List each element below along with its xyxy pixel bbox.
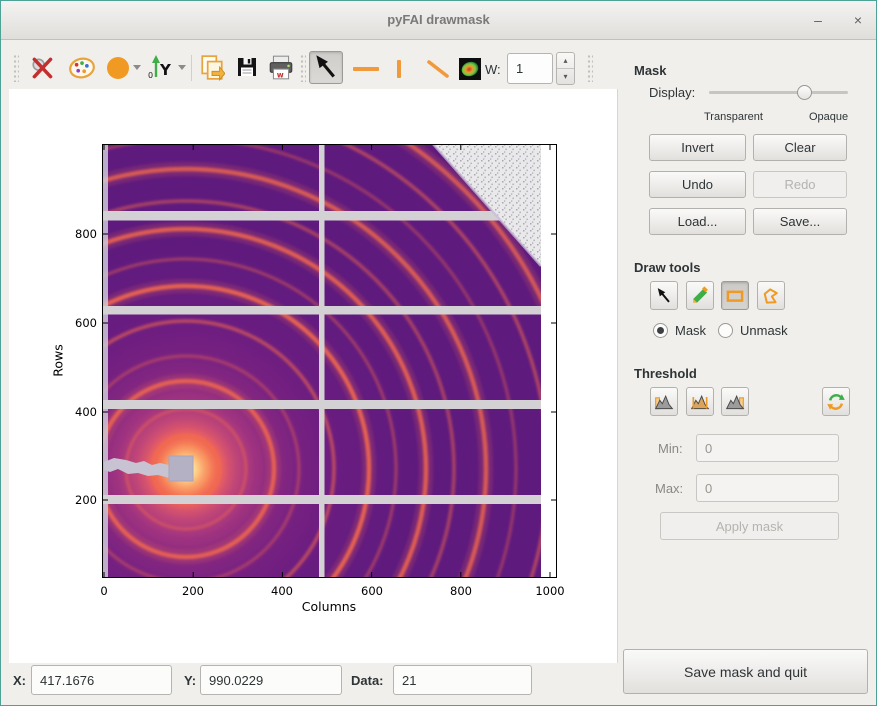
toolbar-drag-handle (13, 54, 19, 82)
y-axis-orientation-icon[interactable]: 0 Y (147, 53, 175, 81)
transparent-label: Transparent (704, 111, 763, 123)
mask-section-heading: Mask (634, 63, 667, 78)
opaque-label: Opaque (809, 111, 848, 123)
titlebar: pyFAI drawmask – × (1, 1, 876, 40)
min-input[interactable] (696, 434, 839, 462)
histogram-above-icon (725, 392, 745, 412)
histogram-below-icon (654, 392, 674, 412)
display-label: Display: (649, 85, 695, 100)
stepper-down-icon[interactable]: ▾ (557, 69, 574, 84)
redo-button[interactable]: Redo (753, 171, 847, 198)
histogram-between-icon (690, 392, 710, 412)
close-button[interactable]: × (846, 9, 870, 31)
svg-text:Y: Y (159, 61, 172, 79)
clear-button[interactable]: Clear (753, 134, 847, 161)
palette-icon[interactable] (67, 55, 97, 81)
copy-icon[interactable] (199, 54, 225, 80)
status-data-value: 21 (393, 665, 532, 695)
refresh-icon (826, 392, 846, 412)
threshold-between-button[interactable] (686, 387, 714, 416)
mask-radio-label[interactable]: Mask (675, 323, 706, 338)
pencil-icon (690, 286, 710, 306)
rectangle-icon (725, 286, 745, 306)
status-y-value: 990.0229 (200, 665, 342, 695)
apply-mask-button[interactable]: Apply mask (660, 512, 839, 540)
rectangle-tool-button[interactable] (721, 281, 749, 310)
slider-handle[interactable] (797, 85, 812, 100)
window: pyFAI drawmask – × 0 Y (0, 0, 877, 706)
mask-radio[interactable] (653, 323, 668, 338)
x-tick: 400 (257, 584, 307, 598)
mask-opacity-slider[interactable] (709, 91, 848, 94)
toolbar-drag-handle (300, 54, 306, 82)
status-y-label: Y: (184, 673, 196, 688)
toolbar-drag-handle (587, 54, 593, 82)
undo-button[interactable]: Undo (649, 171, 746, 198)
radio-dot (657, 327, 664, 334)
stepper-up-icon[interactable]: ▴ (557, 53, 574, 69)
x-tick: 0 (79, 584, 129, 598)
minimize-button[interactable]: – (806, 9, 830, 31)
chevron-down-icon[interactable] (133, 65, 141, 70)
threshold-heading: Threshold (634, 366, 697, 381)
unmask-radio[interactable] (718, 323, 733, 338)
polygon-icon (761, 286, 781, 306)
pointer-icon (654, 286, 674, 306)
y-tick: 200 (57, 493, 97, 507)
status-data-label: Data: (351, 673, 384, 688)
print-icon[interactable]: w (267, 54, 295, 80)
load-button[interactable]: Load... (649, 208, 746, 235)
x-tick: 600 (347, 584, 397, 598)
max-label: Max: (655, 481, 683, 496)
width-label: W: (485, 62, 501, 77)
min-label: Min: (658, 441, 683, 456)
svg-text:0: 0 (148, 71, 153, 80)
width-input[interactable] (507, 53, 553, 84)
diffraction-image[interactable] (102, 144, 557, 578)
y-tick: 400 (57, 405, 97, 419)
hline-tool-icon[interactable] (353, 67, 379, 71)
svg-text:w: w (277, 71, 284, 80)
pointer-tool-button[interactable] (650, 281, 678, 310)
toolbar-separator (191, 55, 192, 81)
save-icon[interactable] (235, 55, 259, 81)
x-tick: 800 (436, 584, 486, 598)
polygon-tool-button[interactable] (757, 281, 785, 310)
chevron-down-icon[interactable] (178, 65, 186, 70)
x-tick: 1000 (525, 584, 575, 598)
width-stepper[interactable]: ▴ ▾ (556, 52, 575, 85)
marker-color-icon[interactable] (107, 57, 129, 79)
pan-pointer-tool-button[interactable] (309, 51, 343, 84)
panel-divider (617, 89, 618, 663)
invert-button[interactable]: Invert (649, 134, 746, 161)
max-input[interactable] (696, 474, 839, 502)
status-x-value: 417.1676 (31, 665, 172, 695)
x-tick: 200 (168, 584, 218, 598)
y-tick: 600 (57, 316, 97, 330)
status-x-label: X: (13, 673, 26, 688)
window-title: pyFAI drawmask (1, 12, 876, 27)
save-button[interactable]: Save... (753, 208, 847, 235)
vline-tool-icon[interactable] (397, 60, 401, 78)
threshold-refresh-button[interactable] (822, 387, 850, 416)
y-axis-label: Rows (51, 331, 66, 391)
threshold-above-button[interactable] (721, 387, 749, 416)
threshold-below-button[interactable] (650, 387, 678, 416)
unmask-radio-label[interactable]: Unmask (740, 323, 788, 338)
colormap-icon[interactable] (459, 58, 481, 80)
y-tick: 800 (57, 227, 97, 241)
pencil-tool-button[interactable] (686, 281, 714, 310)
diagonal-line-tool-icon[interactable] (425, 59, 451, 84)
unzoom-icon[interactable] (30, 55, 56, 81)
draw-tools-heading: Draw tools (634, 260, 700, 275)
save-mask-quit-button[interactable]: Save mask and quit (623, 649, 868, 694)
x-axis-label: Columns (299, 599, 359, 614)
